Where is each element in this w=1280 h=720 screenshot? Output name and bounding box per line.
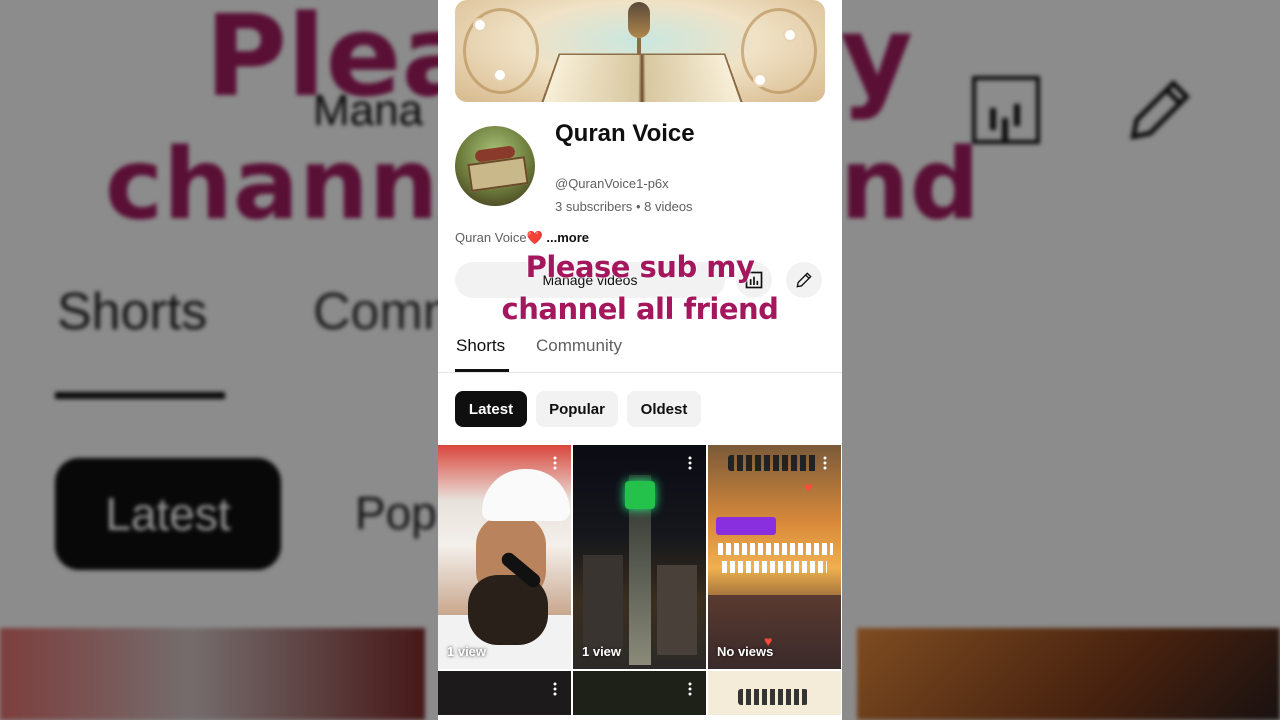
stats-separator: • (635, 199, 641, 214)
filter-chip-oldest[interactable]: Oldest (627, 391, 701, 427)
video-count: 8 videos (644, 199, 693, 214)
filter-chip-latest[interactable]: Latest (455, 391, 527, 427)
banner-vine-right (741, 8, 817, 94)
banner-quran-book (539, 53, 745, 102)
more-options-icon[interactable] (817, 455, 833, 471)
short-tile[interactable]: ♥ ♥ No views (708, 445, 841, 669)
channel-handle: @QuranVoice1-p6x (555, 176, 669, 191)
avatar-book (467, 156, 529, 192)
channel-avatar[interactable] (455, 126, 535, 206)
short-tile[interactable] (708, 671, 841, 715)
active-tab-indicator (455, 369, 509, 372)
view-count: 1 view (582, 644, 622, 659)
channel-banner (455, 0, 825, 102)
short-tile[interactable] (573, 671, 706, 715)
short-tile[interactable] (438, 671, 571, 715)
tab-shorts[interactable]: Shorts (456, 336, 505, 356)
more-link[interactable]: ...more (546, 230, 589, 245)
description-text: Quran Voice❤️ (455, 230, 543, 245)
short-tile[interactable]: 1 view (573, 445, 706, 669)
thumb-building (583, 555, 623, 655)
more-options-icon[interactable] (682, 455, 698, 471)
thumb-tower-light (625, 481, 655, 509)
thumb-turban (482, 469, 570, 521)
view-count: No views (717, 644, 774, 659)
channel-page: Quran Voice @QuranVoice1-p6x 3 subscribe… (438, 0, 842, 720)
banner-flower (785, 30, 795, 40)
promo-line-1: Please sub my (525, 250, 755, 284)
thumb-arabic-title (738, 689, 808, 705)
view-count: 1 view (447, 644, 487, 659)
promo-overlay-text: Please sub my channel all friend (438, 246, 842, 330)
thumb-urdu-text (722, 561, 827, 573)
thumb-urdu-highlight (716, 517, 776, 535)
thumb-arabic-title (728, 455, 818, 471)
more-options-icon[interactable] (682, 681, 698, 697)
thumb-building (657, 565, 697, 655)
channel-tabs: Shorts Community (438, 330, 842, 373)
channel-description[interactable]: Quran Voice❤️ ...more (455, 230, 589, 246)
banner-flower (495, 70, 505, 80)
filter-chip-popular[interactable]: Popular (536, 391, 618, 427)
banner-flower (475, 20, 485, 30)
channel-stats: 3 subscribers • 8 videos (555, 199, 693, 214)
banner-microphone (628, 2, 650, 38)
subscriber-count: 3 subscribers (555, 199, 633, 214)
heart-icon: ♥ (804, 479, 813, 495)
more-options-icon[interactable] (547, 455, 563, 471)
thumb-urdu-text (718, 543, 833, 555)
promo-line-2: channel all friend (501, 292, 779, 326)
tab-community[interactable]: Community (536, 336, 622, 356)
more-options-icon[interactable] (547, 681, 563, 697)
banner-vine-left (463, 8, 539, 94)
short-tile[interactable]: 1 view (438, 445, 571, 669)
channel-name: Quran Voice (555, 120, 695, 147)
banner-mic-stand (637, 38, 641, 54)
banner-flower (755, 75, 765, 85)
